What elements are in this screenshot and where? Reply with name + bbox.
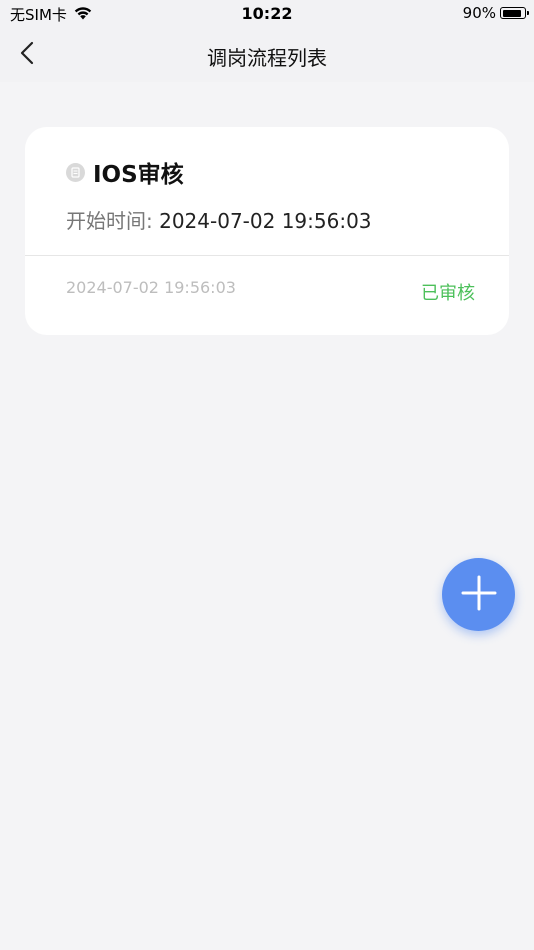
card-start-time: 开始时间: 2024-07-02 19:56:03	[66, 205, 372, 234]
status-bar: 无SIM卡 10:22 90%	[0, 0, 534, 28]
start-time-label: 开始时间:	[66, 209, 153, 233]
plus-icon	[460, 574, 498, 616]
card-divider	[25, 255, 509, 256]
status-right: 90%	[462, 4, 529, 22]
add-button[interactable]	[442, 558, 515, 631]
card-footer-time: 2024-07-02 19:56:03	[66, 278, 236, 297]
card-title: IOS审核	[93, 162, 184, 188]
battery-percent: 90%	[462, 4, 496, 22]
start-time-value: 2024-07-02 19:56:03	[159, 209, 372, 233]
status-badge: 已审核	[421, 283, 475, 304]
card-title-row: IOS审核	[66, 155, 184, 189]
nav-bar: 调岗流程列表	[0, 28, 534, 82]
list-item[interactable]: IOS审核 开始时间: 2024-07-02 19:56:03 2024-07-…	[25, 127, 509, 335]
screen: 无SIM卡 10:22 90% 调岗流程列表 IOS审核 开始时间: 2024-…	[0, 0, 534, 950]
status-time: 10:22	[241, 4, 293, 23]
process-icon	[66, 162, 85, 182]
page-title: 调岗流程列表	[207, 46, 327, 70]
battery-icon	[500, 7, 529, 19]
battery-fill	[502, 9, 522, 17]
